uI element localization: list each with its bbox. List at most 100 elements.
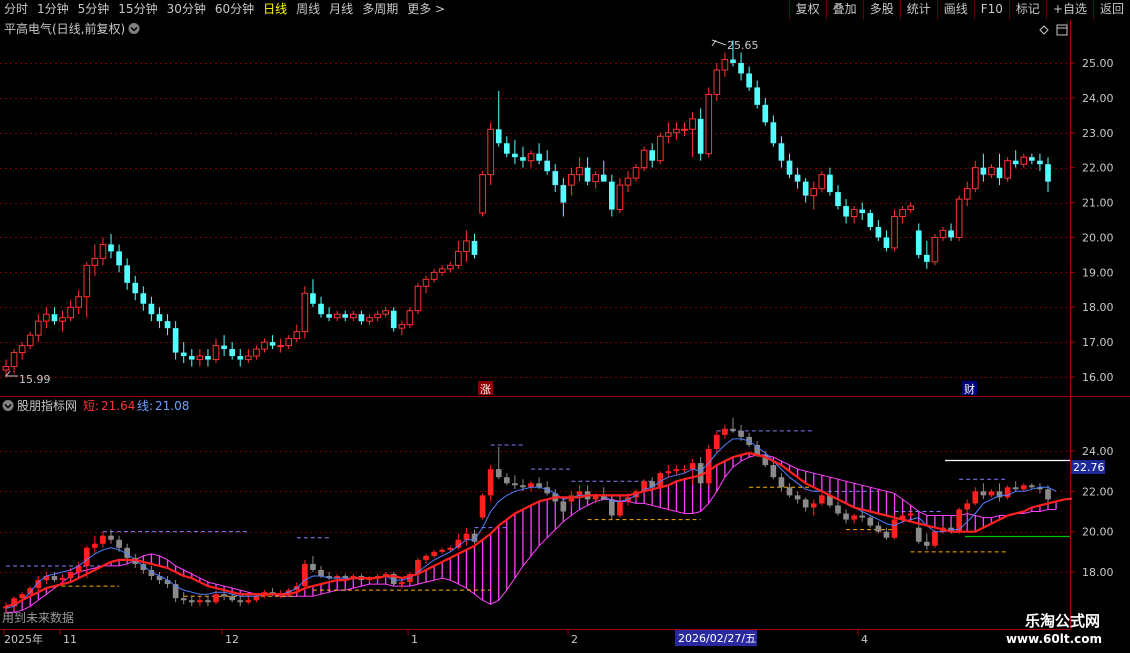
- finance-marker-label: 财: [964, 382, 975, 396]
- tool-button-1[interactable]: 叠加: [825, 0, 863, 20]
- main-candle-body-up: [955, 198, 963, 238]
- sub-candle-body: [302, 563, 308, 587]
- sub-candle-body: [237, 600, 244, 603]
- future-data-note: 用到未来数据: [2, 610, 74, 625]
- main-candle-body-up: [438, 268, 446, 273]
- main-candle-body-down: [746, 73, 752, 88]
- main-candle-body-up: [907, 205, 915, 211]
- sub-candle-body: [536, 483, 542, 488]
- main-candle-body-up: [414, 285, 422, 312]
- main-candle-body-down: [164, 321, 171, 329]
- kline-chart-svg[interactable]: 25.00 24.00 23.00 22.00 21.00 20.00 19.00 18.00…: [0, 20, 1130, 630]
- period-tabs: 分时 1分钟 5分钟 15分钟 30分钟 60分钟 日线 周线 月线 多周期 更多 >: [0, 0, 450, 20]
- sub-candle-body: [778, 477, 785, 488]
- sub-candle-body: [503, 477, 510, 484]
- main-candle-body-up: [43, 313, 50, 322]
- main-candle-body-down: [512, 153, 518, 158]
- tool-button-6[interactable]: 标记: [1008, 0, 1046, 20]
- x-axis-label: 2025年: [4, 632, 43, 646]
- limit-up-marker[interactable]: 涨: [478, 381, 493, 396]
- main-candle-body-up: [253, 348, 260, 357]
- main-candle-body-down: [503, 143, 510, 154]
- tool-buttons: 复权 叠加 多股 统计 画线 F10 标记 +自选 返回: [788, 0, 1130, 20]
- sub-candle-body: [843, 513, 849, 520]
- period-tab-7[interactable]: 周线: [292, 0, 325, 20]
- main-candle-body-up: [75, 296, 83, 308]
- sub-tick-label: 18.00: [1082, 566, 1114, 579]
- period-tab-6[interactable]: 日线: [259, 0, 292, 20]
- line-value: 21.08: [155, 399, 189, 413]
- main-candle-body-up: [988, 167, 995, 176]
- period-tab-2[interactable]: 5分钟: [74, 0, 115, 20]
- sub-candle-body: [705, 448, 712, 484]
- chart-panels[interactable]: 25.00 24.00 23.00 22.00 21.00 20.00 19.00 18.00…: [0, 20, 1130, 630]
- sub-candle-body: [213, 594, 219, 603]
- top-toolbar: 分时 1分钟 5分钟 15分钟 30分钟 60分钟 日线 周线 月线 多周期 更多 > 复权 叠加 多股…: [0, 0, 1130, 21]
- main-candle-body-down: [108, 244, 114, 252]
- tool-button-3[interactable]: 统计: [899, 0, 937, 20]
- main-candle-body-up: [301, 292, 309, 333]
- sub-candle-body: [722, 428, 728, 435]
- sub-candle-body: [713, 434, 720, 449]
- main-candle-body-down: [156, 314, 163, 322]
- tool-button-5[interactable]: F10: [973, 0, 1009, 20]
- main-candle-body-up: [366, 317, 373, 322]
- main-candle-body-down: [310, 293, 316, 304]
- main-candle-body-up: [382, 310, 389, 315]
- main-candle-body-up: [285, 338, 293, 347]
- period-tab-3[interactable]: 15分钟: [114, 0, 162, 20]
- main-candle-body-up: [2, 366, 10, 371]
- short-value: 21.64: [101, 399, 135, 413]
- main-candle-body-up: [18, 345, 26, 354]
- period-tab-4[interactable]: 30分钟: [163, 0, 211, 20]
- main-candle-body-down: [237, 356, 244, 360]
- main-candle-body-up: [406, 310, 414, 326]
- sub-candle-body: [786, 487, 793, 496]
- x-axis-label: 1: [411, 633, 418, 646]
- main-candle-body-down: [948, 230, 954, 238]
- main-candle-body-down: [1045, 164, 1051, 182]
- period-tab-0[interactable]: 分时: [0, 0, 33, 20]
- main-candle-body-up: [632, 167, 640, 179]
- tool-button-0[interactable]: 复权: [788, 0, 826, 20]
- main-candle-body-down: [915, 230, 922, 255]
- main-candle-body-down: [608, 181, 615, 210]
- period-tab-1[interactable]: 1分钟: [33, 0, 74, 20]
- main-candle-body-down: [762, 104, 769, 123]
- main-candle-body-up: [455, 250, 462, 266]
- main-candle-body-up: [293, 331, 301, 340]
- main-candle-body-up: [91, 257, 99, 266]
- finance-marker[interactable]: 财: [962, 381, 977, 396]
- main-candle-body-up: [59, 317, 66, 322]
- period-tab-8[interactable]: 月线: [325, 0, 358, 20]
- main-candle-body-up: [333, 313, 341, 319]
- main-candle-body-up: [818, 174, 826, 190]
- sub-candle-body: [819, 495, 825, 504]
- period-tab-9[interactable]: 多周期: [358, 0, 403, 20]
- sub-candle-body: [665, 471, 672, 474]
- sub-candle-body: [835, 505, 841, 514]
- x-axis-label: 12: [225, 633, 239, 646]
- tool-button-8[interactable]: 返回: [1092, 0, 1130, 20]
- main-panel-collapse-icon[interactable]: [128, 23, 140, 34]
- sub-candle-body: [431, 551, 437, 556]
- main-candle-body-down: [180, 352, 187, 357]
- sub-panel-collapse-icon[interactable]: [2, 400, 14, 411]
- tool-button-4[interactable]: 画线: [936, 0, 974, 20]
- sub-candle-body: [875, 525, 882, 532]
- period-tab-5[interactable]: 60分钟: [211, 0, 259, 20]
- main-candle-body-down: [924, 254, 930, 262]
- sub-candle-body: [479, 495, 486, 518]
- period-tab-10[interactable]: 更多 >: [403, 0, 450, 20]
- sub-candle-body: [673, 469, 680, 472]
- sub-candle-body: [310, 563, 316, 570]
- sub-candle-body: [471, 533, 478, 542]
- main-candle-body-up: [422, 278, 430, 287]
- main-candle-body-down: [140, 293, 147, 304]
- sub-candle-body: [398, 582, 405, 585]
- tool-button-2[interactable]: 多股: [862, 0, 900, 20]
- tool-button-7[interactable]: +自选: [1045, 0, 1093, 20]
- main-candle-body-up: [430, 271, 438, 280]
- sub-candle-body: [972, 491, 979, 504]
- main-candle-body-down: [560, 185, 567, 203]
